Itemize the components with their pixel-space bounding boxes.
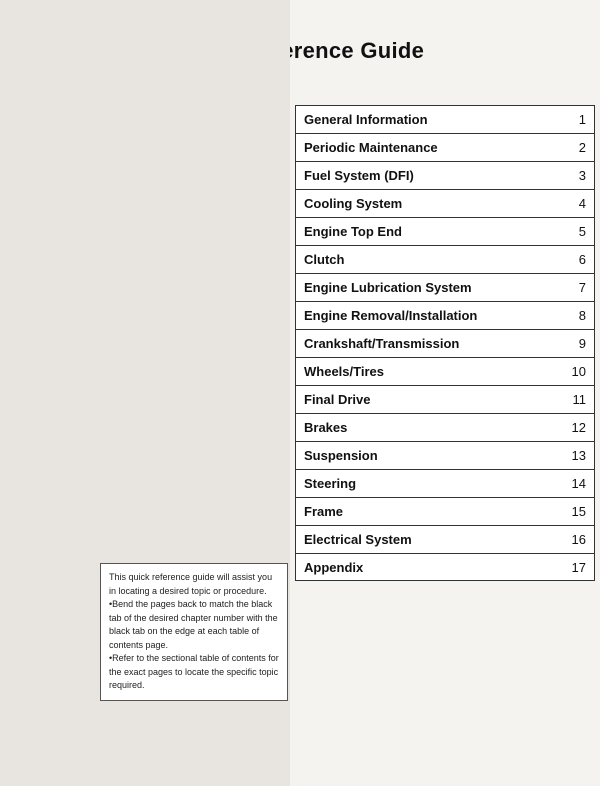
- toc-item[interactable]: Cooling System4: [295, 189, 595, 217]
- toc-item-number: 11: [564, 392, 586, 407]
- toc-item-label: Crankshaft/Transmission: [304, 336, 564, 351]
- toc-item[interactable]: Appendix17: [295, 553, 595, 581]
- toc-item-number: 3: [564, 168, 586, 183]
- toc-item[interactable]: Electrical System16: [295, 525, 595, 553]
- toc-item[interactable]: Clutch6: [295, 245, 595, 273]
- toc-item-number: 10: [564, 364, 586, 379]
- toc-item-number: 6: [564, 252, 586, 267]
- toc-item-number: 5: [564, 224, 586, 239]
- toc-item-label: Fuel System (DFI): [304, 168, 564, 183]
- toc-item-number: 4: [564, 196, 586, 211]
- toc-item-number: 16: [564, 532, 586, 547]
- toc-item[interactable]: Wheels/Tires10: [295, 357, 595, 385]
- toc-item[interactable]: Fuel System (DFI)3: [295, 161, 595, 189]
- note-box-text: This quick reference guide will assist y…: [109, 571, 279, 693]
- toc-item-label: Final Drive: [304, 392, 564, 407]
- toc-item-number: 2: [564, 140, 586, 155]
- toc-item[interactable]: Engine Top End5: [295, 217, 595, 245]
- toc-item-number: 9: [564, 336, 586, 351]
- toc-item[interactable]: Final Drive11: [295, 385, 595, 413]
- toc-item[interactable]: Engine Lubrication System7: [295, 273, 595, 301]
- toc-item[interactable]: Engine Removal/Installation8: [295, 301, 595, 329]
- toc-item-number: 12: [564, 420, 586, 435]
- note-box: This quick reference guide will assist y…: [100, 563, 288, 701]
- toc-item-label: Cooling System: [304, 196, 564, 211]
- toc-item-label: Electrical System: [304, 532, 564, 547]
- toc-item[interactable]: Suspension13: [295, 441, 595, 469]
- toc-item[interactable]: Crankshaft/Transmission9: [295, 329, 595, 357]
- toc-item-number: 14: [564, 476, 586, 491]
- toc-item[interactable]: Frame15: [295, 497, 595, 525]
- toc-item-label: Frame: [304, 504, 564, 519]
- page: Quick Reference Guide General Informatio…: [0, 0, 600, 786]
- toc-item-label: Brakes: [304, 420, 564, 435]
- toc-item-number: 1: [564, 112, 586, 127]
- toc-item-label: Engine Top End: [304, 224, 564, 239]
- toc-item-number: 7: [564, 280, 586, 295]
- toc-item-label: Appendix: [304, 560, 564, 575]
- toc-item-label: Suspension: [304, 448, 564, 463]
- toc-item-label: Wheels/Tires: [304, 364, 564, 379]
- toc-item-label: Engine Lubrication System: [304, 280, 564, 295]
- toc-item[interactable]: Periodic Maintenance2: [295, 133, 595, 161]
- toc-item-label: Periodic Maintenance: [304, 140, 564, 155]
- toc-item[interactable]: Steering14: [295, 469, 595, 497]
- toc-item-number: 15: [564, 504, 586, 519]
- toc-item[interactable]: General Information1: [295, 105, 595, 133]
- toc-item-number: 13: [564, 448, 586, 463]
- toc-item-label: Steering: [304, 476, 564, 491]
- toc-item-label: Engine Removal/Installation: [304, 308, 564, 323]
- toc-container: General Information1Periodic Maintenance…: [295, 105, 595, 581]
- toc-item[interactable]: Brakes12: [295, 413, 595, 441]
- toc-item-label: General Information: [304, 112, 564, 127]
- toc-item-number: 17: [564, 560, 586, 575]
- toc-item-label: Clutch: [304, 252, 564, 267]
- toc-item-number: 8: [564, 308, 586, 323]
